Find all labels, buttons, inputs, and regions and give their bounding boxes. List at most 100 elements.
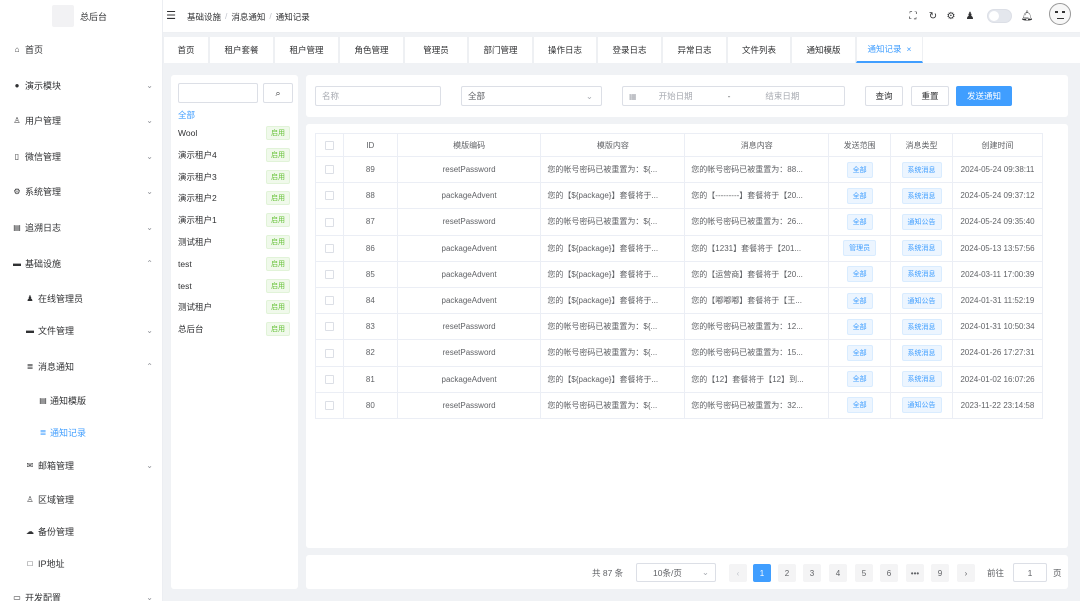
column-header[interactable]: 模版编码 bbox=[396, 133, 542, 157]
tab[interactable]: 通知模版 bbox=[791, 37, 856, 63]
sidebar-item[interactable]: ▤ 通知模版 bbox=[0, 390, 162, 410]
page-button[interactable]: 9 bbox=[931, 564, 949, 582]
sidebar-item[interactable]: ≣ 消息通知 ⌃ bbox=[0, 356, 162, 376]
sidebar-item[interactable]: ● 演示模块 ⌄ bbox=[0, 75, 162, 95]
sidebar-item[interactable]: □ IP地址 bbox=[0, 553, 162, 573]
menu-fold-icon[interactable]: ☰ bbox=[165, 10, 177, 22]
tree-item[interactable]: 测试租户 启用 bbox=[178, 298, 290, 316]
tab[interactable]: 通知记录 × bbox=[856, 37, 923, 63]
row-checkbox[interactable] bbox=[315, 287, 344, 315]
breadcrumb-item[interactable]: 消息通知 bbox=[231, 11, 265, 23]
row-checkbox[interactable] bbox=[315, 208, 344, 236]
column-header[interactable]: 消息类型 bbox=[890, 133, 953, 157]
table-row[interactable]: 84 packageAdvent 您的【${package}】套餐将于... 您的【嘟… bbox=[315, 287, 1043, 315]
row-checkbox[interactable] bbox=[315, 235, 344, 262]
table-row[interactable]: 83 resetPassword 您的帐号密码已被重置为：${... 您的帐号密码已被… bbox=[315, 313, 1043, 341]
table-row[interactable]: 80 resetPassword 您的帐号密码已被重置为：${... 您的帐号密码已被… bbox=[315, 392, 1043, 419]
sidebar-item[interactable]: ♟ 在线管理员 bbox=[0, 288, 162, 308]
tree-search-button[interactable]: ⌕ bbox=[263, 83, 293, 103]
more-pages-icon[interactable]: ••• bbox=[906, 564, 924, 582]
column-header[interactable]: ID bbox=[342, 133, 398, 157]
table-row[interactable]: 81 packageAdvent 您的【${package}】套餐将于... 您的【1… bbox=[315, 366, 1043, 393]
column-header[interactable]: 创建时间 bbox=[952, 133, 1043, 157]
broom-icon[interactable]: ♟ bbox=[964, 10, 976, 22]
sidebar-item[interactable]: ≣ 通知记录 bbox=[0, 422, 162, 442]
tree-item[interactable]: 总后台 启用 bbox=[178, 320, 290, 338]
tree-item[interactable]: test 启用 bbox=[178, 255, 290, 273]
table-row[interactable]: 82 resetPassword 您的帐号密码已被重置为：${... 您的帐号密码已被… bbox=[315, 339, 1043, 367]
sidebar-item[interactable]: ▬ 基础设施 ⌃ bbox=[0, 253, 162, 273]
tab[interactable]: 角色管理 bbox=[339, 37, 404, 63]
tab[interactable]: 租户管理 bbox=[274, 37, 339, 63]
start-date-input[interactable]: 开始日期 bbox=[659, 90, 693, 102]
page-button[interactable]: 6 bbox=[880, 564, 898, 582]
theme-toggle[interactable] bbox=[987, 9, 1012, 23]
goto-page-input[interactable]: 1 bbox=[1013, 563, 1047, 582]
fullscreen-icon[interactable]: ⛶ bbox=[907, 10, 919, 22]
sidebar-item[interactable]: ▯ 微信管理 ⌄ bbox=[0, 146, 162, 166]
tree-item[interactable]: 演示租户2 启用 bbox=[178, 189, 290, 207]
avatar[interactable] bbox=[1049, 3, 1071, 25]
page-button[interactable]: 1 bbox=[753, 564, 771, 582]
date-range-picker[interactable]: ▦ 开始日期 - 结束日期 bbox=[622, 86, 845, 106]
sidebar-item[interactable]: ▭ 开发配置 ⌄ bbox=[0, 587, 162, 601]
page-button[interactable]: 5 bbox=[855, 564, 873, 582]
bell-icon[interactable]: 🔔︎ bbox=[1021, 10, 1034, 22]
row-checkbox[interactable] bbox=[315, 392, 344, 419]
prev-page-button[interactable]: ‹ bbox=[729, 564, 747, 582]
sidebar-item[interactable]: ▬ 文件管理 ⌄ bbox=[0, 320, 162, 340]
table-row[interactable]: 86 packageAdvent 您的【${package}】套餐将于... 您的【1… bbox=[315, 235, 1043, 262]
tab[interactable]: 部门管理 bbox=[468, 37, 533, 63]
end-date-input[interactable]: 结束日期 bbox=[765, 90, 799, 102]
tree-item[interactable]: test 启用 bbox=[178, 277, 290, 295]
column-header[interactable]: 发送范围 bbox=[828, 133, 892, 157]
page-button[interactable]: 4 bbox=[829, 564, 847, 582]
tree-search-input[interactable] bbox=[178, 83, 258, 103]
tab[interactable]: 租户套餐 bbox=[209, 37, 274, 63]
sidebar-logo[interactable]: 总后台 bbox=[0, 0, 162, 32]
sidebar-item[interactable]: ▤ 追溯日志 ⌄ bbox=[0, 217, 162, 237]
refresh-icon[interactable]: ↻ bbox=[927, 10, 939, 22]
row-checkbox[interactable] bbox=[315, 339, 344, 367]
sidebar-item[interactable]: ⚙ 系统管理 ⌄ bbox=[0, 181, 162, 201]
query-button[interactable]: 查询 bbox=[865, 86, 903, 106]
tree-item[interactable]: 演示租户1 启用 bbox=[178, 211, 290, 229]
tab[interactable]: 文件列表 bbox=[727, 37, 791, 63]
tree-item[interactable]: 测试租户 启用 bbox=[178, 233, 290, 251]
type-select[interactable]: 全部 ⌄ bbox=[461, 86, 602, 106]
sidebar-item[interactable]: ♙ 区域管理 bbox=[0, 489, 162, 509]
row-checkbox[interactable] bbox=[315, 261, 344, 288]
table-row[interactable]: 88 packageAdvent 您的【${package}】套餐将于... 您的【-… bbox=[315, 182, 1043, 210]
page-button[interactable]: 3 bbox=[803, 564, 821, 582]
sidebar-item[interactable]: ⌂ 首页 bbox=[0, 39, 162, 59]
column-header[interactable]: 模版内容 bbox=[540, 133, 686, 157]
send-notification-button[interactable]: 发送通知 bbox=[956, 86, 1012, 106]
table-row[interactable]: 85 packageAdvent 您的【${package}】套餐将于... 您的【运… bbox=[315, 261, 1043, 288]
reset-button[interactable]: 重置 bbox=[911, 86, 949, 106]
page-button[interactable]: 2 bbox=[778, 564, 796, 582]
row-checkbox[interactable] bbox=[315, 156, 344, 184]
page-size-select[interactable]: 10条/页 ⌄ bbox=[636, 563, 716, 582]
row-checkbox[interactable] bbox=[315, 182, 344, 210]
tree-item[interactable]: 演示租户4 启用 bbox=[178, 146, 290, 164]
select-all-checkbox[interactable] bbox=[315, 133, 344, 157]
row-checkbox[interactable] bbox=[315, 313, 344, 341]
tab[interactable]: 操作日志 bbox=[533, 37, 597, 63]
sidebar-item[interactable]: ☁ 备份管理 bbox=[0, 521, 162, 541]
tab[interactable]: 首页 bbox=[163, 37, 209, 63]
table-row[interactable]: 87 resetPassword 您的帐号密码已被重置为：${... 您的帐号密码已被… bbox=[315, 208, 1043, 236]
table-row[interactable]: 89 resetPassword 您的帐号密码已被重置为：${... 您的帐号密码已被… bbox=[315, 156, 1043, 184]
tree-item[interactable]: 演示租户3 启用 bbox=[178, 168, 290, 186]
next-page-button[interactable]: › bbox=[957, 564, 975, 582]
tab[interactable]: 管理员 bbox=[404, 37, 468, 63]
column-header[interactable]: 消息内容 bbox=[684, 133, 830, 157]
sidebar-item[interactable]: ♙ 用户管理 ⌄ bbox=[0, 110, 162, 130]
close-icon[interactable]: × bbox=[907, 44, 912, 54]
breadcrumb-item[interactable]: 基础设施 bbox=[187, 11, 221, 23]
tree-root[interactable]: 全部 bbox=[178, 109, 195, 121]
tab[interactable]: 异常日志 bbox=[662, 37, 727, 63]
name-input[interactable]: 名称 bbox=[315, 86, 441, 106]
row-checkbox[interactable] bbox=[315, 366, 344, 393]
tab[interactable]: 登录日志 bbox=[597, 37, 662, 63]
sidebar-item[interactable]: ✉ 邮箱管理 ⌄ bbox=[0, 455, 162, 475]
